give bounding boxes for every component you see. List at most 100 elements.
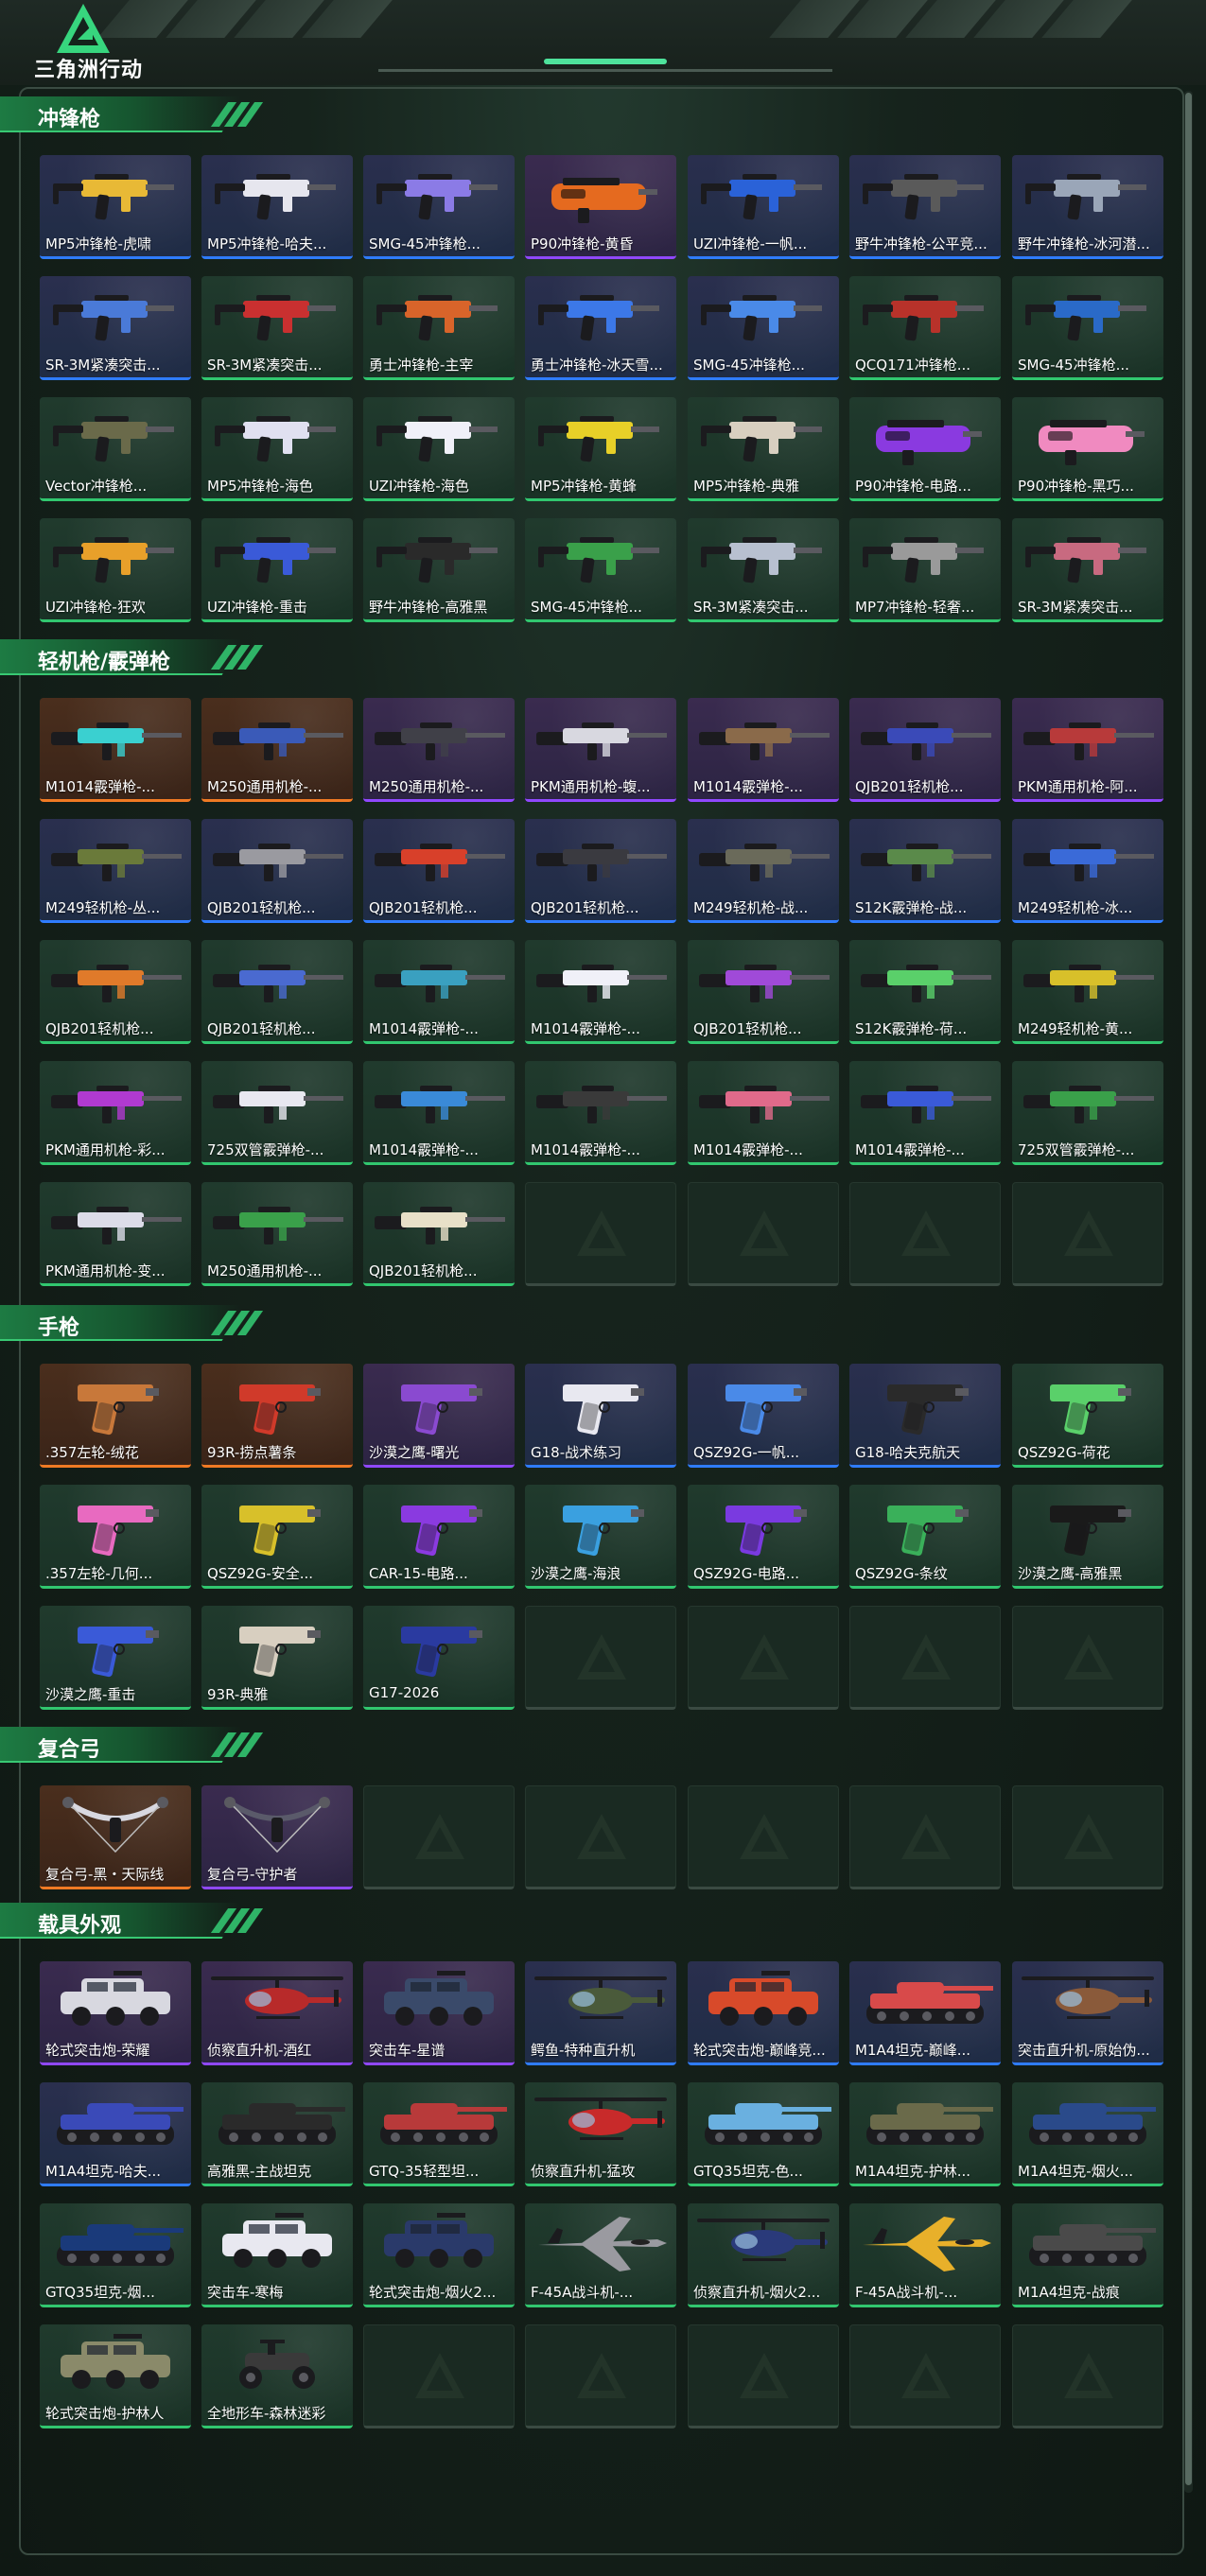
item-card-rifle[interactable]: QJB201轻机枪... (849, 698, 1001, 802)
item-card-tank[interactable]: M1A4坦克-巅峰... (849, 1961, 1001, 2065)
item-card-rifle[interactable]: QJB201轻机枪... (363, 819, 515, 923)
item-card-smg[interactable]: SMG-45冲锋枪... (525, 518, 676, 622)
item-card-tank[interactable]: GTQ-35轻型坦... (363, 2082, 515, 2186)
item-card-pistol[interactable]: 沙漠之鹰-海浪 (525, 1485, 676, 1589)
item-card-rifle[interactable]: 725双管霰弹枪-... (1012, 1061, 1163, 1165)
item-card-pistol[interactable]: 93R-典雅 (201, 1606, 353, 1710)
item-card-pistol[interactable]: CAR-15-电路... (363, 1485, 515, 1589)
item-card-car[interactable]: 轮式突击炮-荣耀 (40, 1961, 191, 2065)
item-card-rifle[interactable]: M1014霰弹枪-... (525, 940, 676, 1044)
item-card-rifle[interactable]: M249轻机枪-丛... (40, 819, 191, 923)
item-card-heli[interactable]: 侦察直升机-酒红 (201, 1961, 353, 2065)
item-card-rifle[interactable]: M250通用机枪-... (201, 698, 353, 802)
item-card-pistol[interactable]: 93R-捞点薯条 (201, 1364, 353, 1468)
item-card-heli[interactable]: 鳄鱼-特种直升机 (525, 1961, 676, 2065)
item-card-smg[interactable]: SMG-45冲锋枪... (688, 276, 839, 380)
item-card-smg[interactable]: MP5冲锋枪-典雅 (688, 397, 839, 501)
item-card-pistol[interactable]: 沙漠之鹰-重击 (40, 1606, 191, 1710)
item-card-tank[interactable]: GTQ35坦克-烟... (40, 2203, 191, 2307)
item-card-rifle[interactable]: PKM通用机枪-彩... (40, 1061, 191, 1165)
item-card-smg[interactable]: SR-3M紧凑突击... (1012, 518, 1163, 622)
item-card-p90[interactable]: P90冲锋枪-黑巧... (1012, 397, 1163, 501)
item-card-smg[interactable]: SR-3M紧凑突击... (40, 276, 191, 380)
item-card-pistol[interactable]: .357左轮-几何... (40, 1485, 191, 1589)
item-card-rifle[interactable]: PKM通用机枪-阿... (1012, 698, 1163, 802)
item-card-smg[interactable]: QCQ171冲锋枪... (849, 276, 1001, 380)
item-card-rifle[interactable]: M1014霰弹枪-... (525, 1061, 676, 1165)
item-card-smg[interactable]: MP7冲锋枪-轻奢... (849, 518, 1001, 622)
item-card-heli[interactable]: 突击直升机-原始伪... (1012, 1961, 1163, 2065)
item-card-smg[interactable]: MP5冲锋枪-虎啸 (40, 155, 191, 259)
item-card-smg[interactable]: UZI冲锋枪-海色 (363, 397, 515, 501)
item-card-pistol[interactable]: QSZ92G-荷花 (1012, 1364, 1163, 1468)
item-card-smg[interactable]: MP5冲锋枪-黄蜂 (525, 397, 676, 501)
item-card-car[interactable]: 突击车-寒梅 (201, 2203, 353, 2307)
item-card-bow[interactable]: 复合弓-黑・天际线 (40, 1785, 191, 1889)
item-card-pistol[interactable]: QSZ92G-安全... (201, 1485, 353, 1589)
item-card-pistol[interactable]: G17-2026 (363, 1606, 515, 1710)
item-card-pistol[interactable]: 沙漠之鹰-曙光 (363, 1364, 515, 1468)
item-card-tank[interactable]: M1A4坦克-烟火... (1012, 2082, 1163, 2186)
item-card-smg[interactable]: 野牛冲锋枪-冰河潜... (1012, 155, 1163, 259)
item-card-smg[interactable]: 野牛冲锋枪-公平竞... (849, 155, 1001, 259)
item-card-rifle[interactable]: M1014霰弹枪-... (849, 1061, 1001, 1165)
item-card-rifle[interactable]: QJB201轻机枪... (201, 940, 353, 1044)
item-card-smg[interactable]: UZI冲锋枪-重击 (201, 518, 353, 622)
scrollbar-thumb[interactable] (1185, 93, 1192, 2485)
item-card-rifle[interactable]: QJB201轻机枪... (688, 940, 839, 1044)
item-card-p90[interactable]: P90冲锋枪-黄昏 (525, 155, 676, 259)
item-card-car[interactable]: 突击车-星谱 (363, 1961, 515, 2065)
item-card-smg[interactable]: 野牛冲锋枪-高雅黑 (363, 518, 515, 622)
item-card-rifle[interactable]: PKM通用机枪-蝮... (525, 698, 676, 802)
item-card-pistol[interactable]: QSZ92G-条纹 (849, 1485, 1001, 1589)
item-card-rifle[interactable]: M250通用机枪-... (363, 698, 515, 802)
item-card-smg[interactable]: 勇士冲锋枪-冰天雪... (525, 276, 676, 380)
item-card-tank[interactable]: M1A4坦克-战痕 (1012, 2203, 1163, 2307)
item-card-rifle[interactable]: QJB201轻机枪... (40, 940, 191, 1044)
item-card-bow[interactable]: 复合弓-守护者 (201, 1785, 353, 1889)
item-card-p90[interactable]: P90冲锋枪-电路... (849, 397, 1001, 501)
item-card-smg[interactable]: Vector冲锋枪... (40, 397, 191, 501)
item-card-rifle[interactable]: 725双管霰弹枪-... (201, 1061, 353, 1165)
item-card-tank[interactable]: 高雅黑-主战坦克 (201, 2082, 353, 2186)
item-card-pistol[interactable]: G18-哈夫克航天 (849, 1364, 1001, 1468)
item-card-rifle[interactable]: M1014霰弹枪-... (363, 1061, 515, 1165)
item-card-tank[interactable]: M1A4坦克-哈夫... (40, 2082, 191, 2186)
item-card-rifle[interactable]: M1014霰弹枪-... (688, 1061, 839, 1165)
item-card-rifle[interactable]: M1014霰弹枪-... (688, 698, 839, 802)
item-card-jet[interactable]: F-45A战斗机-... (525, 2203, 676, 2307)
item-card-rifle[interactable]: S12K霰弹枪-战... (849, 819, 1001, 923)
item-card-pistol[interactable]: G18-战术练习 (525, 1364, 676, 1468)
item-card-rifle[interactable]: M250通用机枪-... (201, 1182, 353, 1286)
item-card-rifle[interactable]: QJB201轻机枪... (201, 819, 353, 923)
item-card-pistol[interactable]: 沙漠之鹰-高雅黑 (1012, 1485, 1163, 1589)
item-card-rifle[interactable]: PKM通用机枪-变... (40, 1182, 191, 1286)
item-card-rifle[interactable]: M1014霰弹枪-... (363, 940, 515, 1044)
item-card-pistol[interactable]: .357左轮-绒花 (40, 1364, 191, 1468)
item-card-heli[interactable]: 侦察直升机-烟火2... (688, 2203, 839, 2307)
item-card-rifle[interactable]: QJB201轻机枪... (525, 819, 676, 923)
item-card-smg[interactable]: MP5冲锋枪-哈夫... (201, 155, 353, 259)
item-card-rifle[interactable]: M249轻机枪-战... (688, 819, 839, 923)
item-card-pistol[interactable]: QSZ92G-电路... (688, 1485, 839, 1589)
item-card-atv[interactable]: 全地形车-森林迷彩 (201, 2324, 353, 2428)
item-card-tank[interactable]: M1A4坦克-护林... (849, 2082, 1001, 2186)
item-card-smg[interactable]: 勇士冲锋枪-主宰 (363, 276, 515, 380)
item-card-smg[interactable]: SR-3M紧凑突击... (201, 276, 353, 380)
item-card-jet[interactable]: F-45A战斗机-... (849, 2203, 1001, 2307)
item-card-smg[interactable]: SMG-45冲锋枪... (1012, 276, 1163, 380)
item-card-rifle[interactable]: M249轻机枪-黄... (1012, 940, 1163, 1044)
item-card-pistol[interactable]: QSZ92G-一帆... (688, 1364, 839, 1468)
item-card-car[interactable]: 轮式突击炮-巅峰竞... (688, 1961, 839, 2065)
scrollbar[interactable] (1184, 91, 1193, 2493)
item-card-smg[interactable]: MP5冲锋枪-海色 (201, 397, 353, 501)
item-card-rifle[interactable]: QJB201轻机枪... (363, 1182, 515, 1286)
item-card-smg[interactable]: UZI冲锋枪-狂欢 (40, 518, 191, 622)
item-card-rifle[interactable]: M1014霰弹枪-... (40, 698, 191, 802)
item-card-smg[interactable]: UZI冲锋枪-一帆... (688, 155, 839, 259)
item-card-smg[interactable]: SR-3M紧凑突击... (688, 518, 839, 622)
item-card-rifle[interactable]: M249轻机枪-冰... (1012, 819, 1163, 923)
item-card-smg[interactable]: SMG-45冲锋枪... (363, 155, 515, 259)
item-card-car[interactable]: 轮式突击炮-护林人 (40, 2324, 191, 2428)
item-card-tank[interactable]: GTQ35坦克-色... (688, 2082, 839, 2186)
